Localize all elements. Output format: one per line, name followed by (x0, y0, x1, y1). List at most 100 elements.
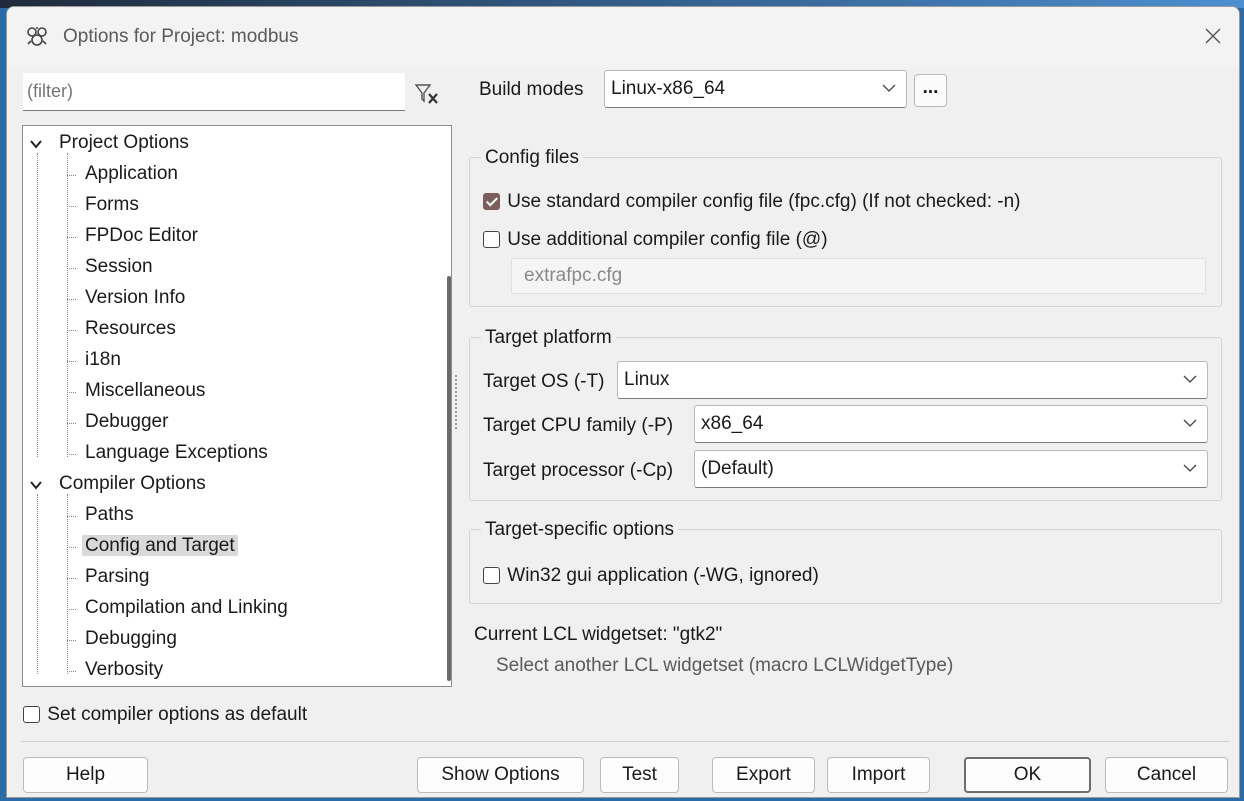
tree-group[interactable]: Project Options (59, 129, 189, 157)
tree-connector (67, 640, 76, 641)
tree-item-label: Compiler Options (59, 473, 206, 494)
tree-item-label: Version Info (85, 287, 186, 308)
tree-group[interactable]: Compiler Options (59, 470, 206, 498)
use-additional-config-option[interactable]: Use additional compiler config file (@) (483, 229, 828, 251)
use-standard-config-option[interactable]: Use standard compiler config file (fpc.c… (483, 191, 1021, 213)
config-files-title: Config files (481, 147, 583, 169)
ok-button[interactable]: OK (964, 757, 1091, 793)
chevron-down-icon (1183, 419, 1197, 427)
tree-item-label: Paths (85, 504, 134, 525)
tree-connector (67, 268, 76, 269)
use-additional-config-label: Use additional compiler config file (@) (507, 229, 828, 250)
build-modes-more-button[interactable]: ... (914, 74, 947, 107)
test-button[interactable]: Test (600, 757, 679, 793)
filter-input[interactable] (23, 73, 405, 111)
tree-item-label: Parsing (85, 566, 150, 587)
tree-connector (67, 494, 68, 674)
tree-connector (67, 237, 76, 238)
window-title: Options for Project: modbus (63, 26, 299, 47)
target-cpu-label: Target CPU family (-P) (483, 415, 674, 436)
target-cpu-value: x86_64 (701, 413, 764, 434)
tree-item-label: i18n (85, 349, 121, 370)
tree-item-label: Session (85, 256, 153, 277)
chevron-down-icon (1183, 464, 1197, 472)
build-modes-select[interactable]: Linux-x86_64 (604, 70, 907, 108)
tree-item-label: Verbosity (85, 659, 164, 680)
tree-item-label: Config and Target (82, 535, 238, 556)
options-tree[interactable]: Project Options Application Forms FPDoc Edi… (22, 125, 452, 687)
tree-item[interactable]: Session (85, 253, 153, 281)
target-os-select[interactable]: Linux (617, 361, 1208, 399)
use-additional-config-checkbox[interactable] (483, 231, 500, 249)
tree-scrollbar[interactable] (447, 276, 451, 681)
use-standard-config-label: Use standard compiler config file (fpc.c… (507, 191, 1021, 212)
tree-connector (67, 547, 76, 548)
current-lcl-widgetset: Current LCL widgetset: "gtk2" (474, 624, 723, 645)
tree-item-label: Debugger (85, 411, 169, 432)
target-processor-value: (Default) (701, 458, 774, 479)
close-button[interactable] (1187, 7, 1239, 65)
title-bar: Options for Project: modbus (7, 7, 1239, 67)
chevron-down-icon[interactable] (29, 137, 43, 151)
tree-item[interactable]: Debugger (85, 408, 168, 436)
tree-item[interactable]: Config and Target (82, 532, 238, 560)
tree-item-label: Application (85, 163, 178, 184)
export-button[interactable]: Export (712, 757, 815, 793)
tree-connector (67, 153, 68, 457)
tree-item-label: Compilation and Linking (85, 597, 288, 618)
tree-item[interactable]: Debugging (85, 625, 177, 653)
tree-connector (67, 299, 76, 300)
chevron-down-icon[interactable] (29, 478, 43, 492)
tree-connector (67, 330, 76, 331)
tree-item[interactable]: Language Exceptions (85, 439, 268, 467)
close-icon (1205, 28, 1221, 44)
tree-connector (67, 175, 76, 176)
tree-connector (67, 423, 76, 424)
import-button[interactable]: Import (827, 757, 930, 793)
additional-config-file-field: extrafpc.cfg (511, 258, 1206, 294)
tree-item[interactable]: Forms (85, 191, 139, 219)
tree-item[interactable]: i18n (85, 346, 121, 374)
win32-gui-checkbox[interactable] (483, 567, 500, 585)
splitter-handle[interactable] (455, 375, 460, 429)
select-lcl-widgetset-link[interactable]: Select another LCL widgetset (macro LCLW… (496, 655, 953, 677)
set-default-option[interactable]: Set compiler options as default (23, 704, 307, 726)
tree-connector (37, 494, 38, 674)
target-os-value: Linux (624, 369, 670, 390)
tree-connector (67, 454, 76, 455)
tree-item[interactable]: Compilation and Linking (85, 594, 288, 622)
target-cpu-select[interactable]: x86_64 (694, 405, 1208, 443)
target-specific-title: Target-specific options (481, 519, 679, 541)
tree-item[interactable]: FPDoc Editor (85, 222, 198, 250)
tree-connector (37, 153, 38, 457)
target-os-label: Target OS (-T) (483, 371, 605, 392)
tree-item-label: Miscellaneous (85, 380, 206, 401)
tree-connector (67, 361, 76, 362)
tree-item[interactable]: Version Info (85, 284, 185, 312)
tree-connector (67, 392, 76, 393)
show-options-button[interactable]: Show Options (417, 757, 584, 793)
win32-gui-label: Win32 gui application (-WG, ignored) (507, 565, 819, 586)
cancel-button[interactable]: Cancel (1105, 757, 1228, 793)
target-processor-label: Target processor (-Cp) (483, 460, 674, 481)
help-button[interactable]: Help (23, 757, 148, 793)
set-default-label: Set compiler options as default (47, 704, 308, 725)
clear-filter-icon[interactable] (413, 81, 443, 107)
use-standard-config-checkbox[interactable] (483, 193, 500, 211)
target-platform-title: Target platform (481, 327, 616, 349)
chevron-down-icon (882, 84, 896, 92)
tree-item[interactable]: Miscellaneous (85, 377, 205, 405)
tree-item[interactable]: Application (85, 160, 178, 188)
set-default-checkbox[interactable] (23, 706, 40, 724)
tree-connector (67, 578, 76, 579)
tree-item[interactable]: Verbosity (85, 656, 163, 684)
button-separator (21, 741, 1229, 742)
tree-item-label: Language Exceptions (85, 442, 268, 463)
win32-gui-option[interactable]: Win32 gui application (-WG, ignored) (483, 565, 819, 587)
tree-item[interactable]: Parsing (85, 563, 149, 591)
lazarus-app-icon (27, 27, 47, 46)
tree-item[interactable]: Paths (85, 501, 134, 529)
tree-item[interactable]: Resources (85, 315, 176, 343)
tree-connector (67, 516, 76, 517)
target-processor-select[interactable]: (Default) (694, 450, 1208, 488)
